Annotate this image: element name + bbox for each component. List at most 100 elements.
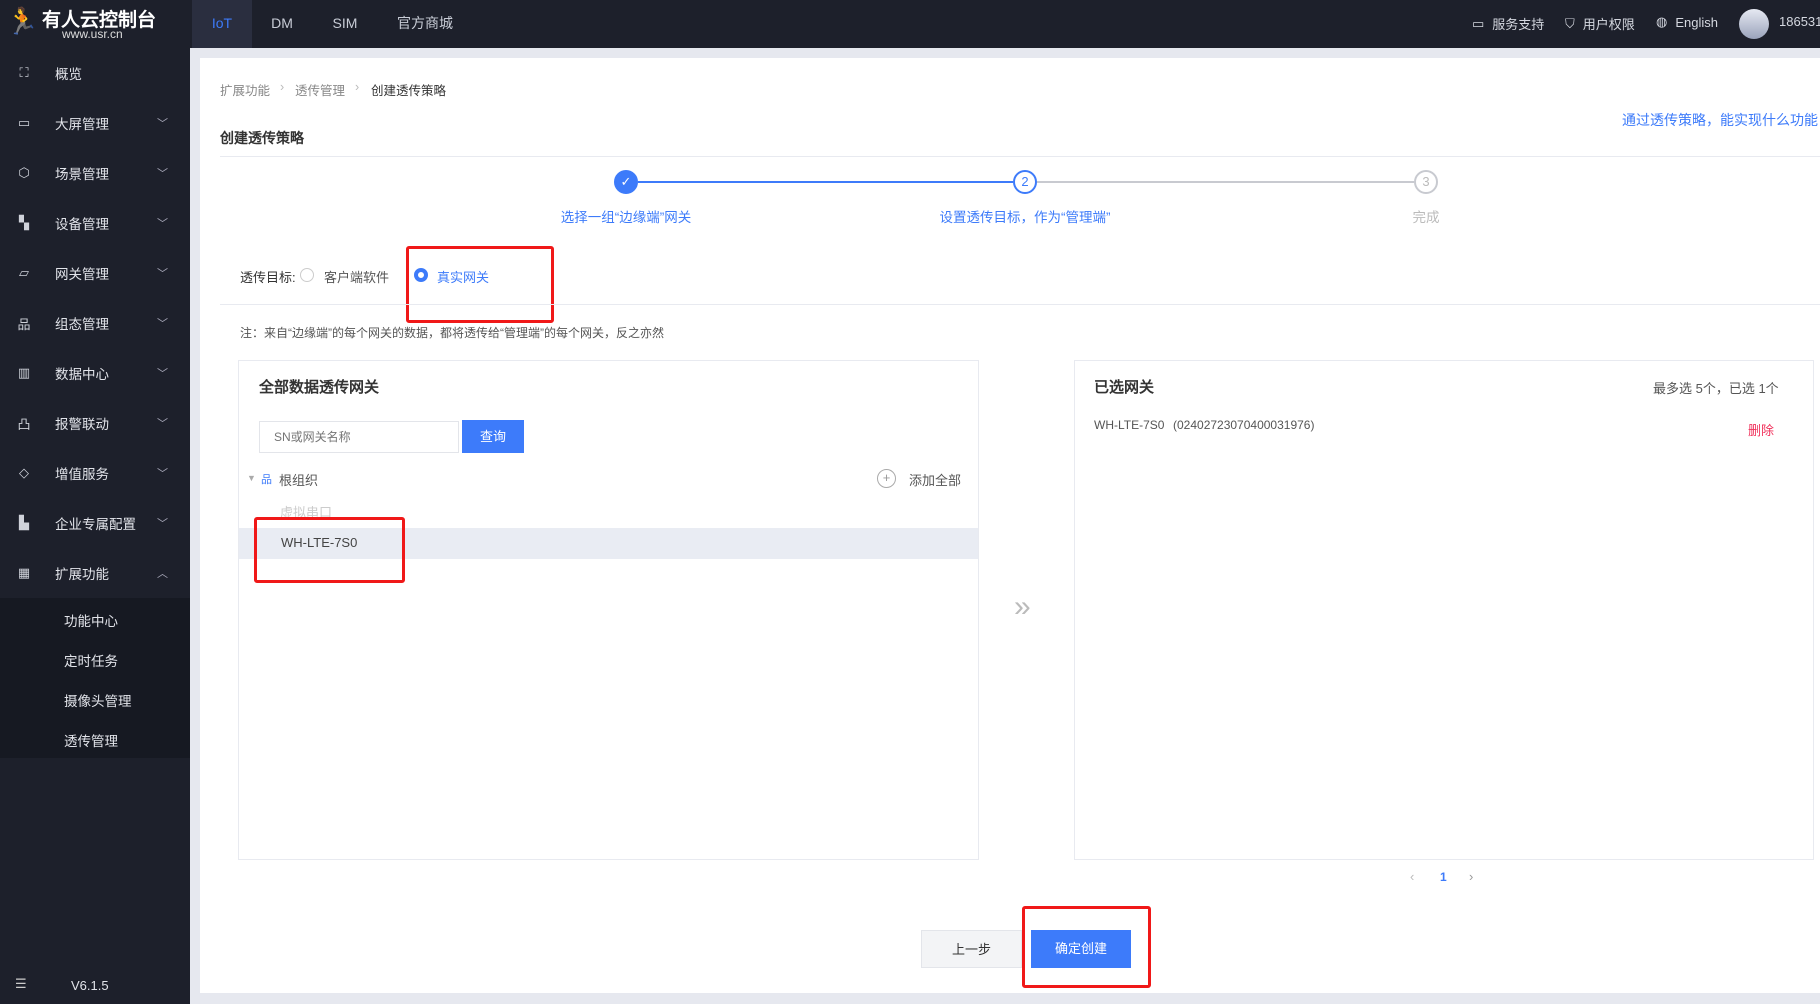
double-chevron-right-icon[interactable]: » <box>1014 590 1031 624</box>
logo[interactable]: 🏃 有人云控制台 www.usr.cn <box>0 0 190 48</box>
page-1[interactable]: 1 <box>1440 870 1447 884</box>
alarm-icon: 凸 <box>17 416 31 432</box>
submenu-item-3[interactable]: 透传管理 <box>64 730 118 750</box>
chevron-down-icon: ﹀ <box>157 468 168 480</box>
caret-down-icon[interactable]: ▼ <box>247 473 256 483</box>
sidebar-item-1[interactable]: ▭ 大屏管理 ﹀ <box>0 103 190 143</box>
chart-icon: ▥ <box>17 365 31 380</box>
user-name[interactable]: 1865319 <box>1779 14 1820 29</box>
selected-gateway-sn: (02402723070400031976) <box>1173 418 1315 432</box>
tab-dm[interactable]: DM <box>262 0 302 48</box>
sidebar-item-label: 扩展功能 <box>55 567 109 582</box>
breadcrumb-1[interactable]: 扩展功能 <box>220 80 270 99</box>
shield-icon: ⛉ <box>1565 15 1575 31</box>
logo-url: www.usr.cn <box>62 27 123 41</box>
step-2-circle: 2 <box>1013 170 1037 194</box>
submenu-item-1[interactable]: 定时任务 <box>64 650 118 670</box>
sidebar-item-0[interactable]: ⛶ 概览 <box>0 53 190 93</box>
sidebar-item-2[interactable]: ⬡ 场景管理 ﹀ <box>0 153 190 193</box>
highlight-box <box>1022 906 1151 988</box>
selected-gateways-title: 已选网关 <box>1094 379 1155 396</box>
chevron-down-icon: ﹀ <box>157 418 168 430</box>
highlight-box <box>254 517 405 583</box>
sidebar-item-label: 大屏管理 <box>55 117 109 132</box>
sidebar-item-6[interactable]: ▥ 数据中心 ﹀ <box>0 353 190 393</box>
page-title: 创建透传策略 <box>220 130 304 146</box>
step-line-todo <box>1037 181 1414 183</box>
tab-store[interactable]: 官方商城 <box>392 0 458 48</box>
chevron-down-icon: ﹀ <box>157 518 168 530</box>
plus-circle-icon[interactable]: + <box>877 469 896 488</box>
step-2-label: 设置透传目标，作为“管理端” <box>939 210 1111 225</box>
chat-icon: ▭ <box>1472 15 1485 31</box>
step-3-circle: 3 <box>1414 170 1438 194</box>
permissions-label: 用户权限 <box>1582 17 1635 32</box>
search-button[interactable]: 查询 <box>462 420 524 453</box>
device-icon: ▚ <box>19 215 29 230</box>
screen-icon: ▭ <box>17 115 31 130</box>
collapse-icon[interactable]: ☰ <box>15 976 27 992</box>
chevron-down-icon: ﹀ <box>157 368 168 380</box>
sidebar-item-4[interactable]: ▱ 网关管理 ﹀ <box>0 253 190 293</box>
sidebar-item-label: 报警联动 <box>55 417 109 432</box>
avatar[interactable] <box>1739 9 1769 39</box>
sidebar-item-label: 组态管理 <box>55 317 109 332</box>
submenu-item-2[interactable]: 摄像头管理 <box>64 690 132 710</box>
org-tree-icon: 品 <box>261 474 272 486</box>
sidebar-item-label: 概览 <box>55 67 82 82</box>
step-3-label: 完成 <box>1412 210 1440 225</box>
version: V6.1.5 <box>71 978 109 993</box>
enterprise-icon: ▙ <box>19 515 29 530</box>
chevron-down-icon: ﹀ <box>157 268 168 280</box>
breadcrumb-sep: › <box>355 80 360 94</box>
selected-gateway-name: WH-LTE-7S0 <box>1094 418 1165 432</box>
sidebar-item-label: 企业专属配置 <box>55 517 136 532</box>
tab-iot[interactable]: IoT <box>192 0 252 48</box>
tree-root[interactable]: 根组织 <box>279 470 318 489</box>
note-text: 注：来自“边缘端”的每个网关的数据，都将透传给“管理端”的每个网关，反之亦然 <box>240 326 664 340</box>
step-1-check-icon: ✓ <box>614 170 638 194</box>
delete-button[interactable]: 删除 <box>1748 420 1774 439</box>
sidebar-item-9[interactable]: ▙ 企业专属配置 ﹀ <box>0 503 190 543</box>
radio-client-software[interactable] <box>300 268 314 282</box>
sidebar-item-label: 设备管理 <box>55 217 109 232</box>
sidebar-item-7[interactable]: 凸 报警联动 ﹀ <box>0 403 190 443</box>
sidebar-item-8[interactable]: ◇ 增值服务 ﹀ <box>0 453 190 493</box>
chevron-up-icon: ︿ <box>157 568 168 580</box>
sidebar-item-label: 数据中心 <box>55 367 109 382</box>
sidebar-item-label: 网关管理 <box>55 267 109 282</box>
search-input[interactable] <box>259 421 459 453</box>
breadcrumb-2[interactable]: 透传管理 <box>295 80 345 99</box>
permissions-link[interactable]: ⛉ 用户权限 <box>1565 14 1635 33</box>
overview-icon: ⛶ <box>19 65 29 80</box>
language-switch[interactable]: ◍ English <box>1656 14 1718 30</box>
submenu-item-0[interactable]: 功能中心 <box>64 610 118 630</box>
sidebar-item-10[interactable]: ▦ 扩展功能 ︿ <box>0 553 190 593</box>
sidebar-item-label: 增值服务 <box>55 467 109 482</box>
add-all-button[interactable]: 添加全部 <box>909 470 961 489</box>
sidebar-item-3[interactable]: ▚ 设备管理 ﹀ <box>0 203 190 243</box>
step-1-label: 选择一组“边缘端”网关 <box>560 210 692 225</box>
breadcrumb-3: 创建透传策略 <box>371 84 447 98</box>
breadcrumb-sep: › <box>280 80 285 94</box>
divider <box>220 156 1820 157</box>
tab-sim[interactable]: SIM <box>325 0 365 48</box>
prev-step-button[interactable]: 上一步 <box>921 930 1022 968</box>
next-page-icon[interactable]: › <box>1469 869 1473 884</box>
gateway-icon: ▱ <box>19 265 29 280</box>
sidebar-item-5[interactable]: 品 组态管理 ﹀ <box>0 303 190 343</box>
radio-client-software-label[interactable]: 客户端软件 <box>324 267 389 286</box>
globe-icon: ◍ <box>1656 14 1668 29</box>
chevron-down-icon: ﹀ <box>157 118 168 130</box>
highlight-box <box>406 246 554 323</box>
grid-icon: ▦ <box>17 565 31 580</box>
all-gateways-title: 全部数据透传网关 <box>259 379 380 396</box>
divider <box>220 304 1820 305</box>
prev-page-icon[interactable]: ‹ <box>1410 869 1414 884</box>
step-line-done <box>638 181 1013 183</box>
chevron-down-icon: ﹀ <box>157 168 168 180</box>
diamond-icon: ◇ <box>19 465 29 480</box>
language-label: English <box>1675 14 1718 30</box>
support-link[interactable]: ▭ 服务支持 <box>1472 14 1544 33</box>
help-link[interactable]: 通过透传策略，能实现什么功能 <box>1622 110 1818 130</box>
